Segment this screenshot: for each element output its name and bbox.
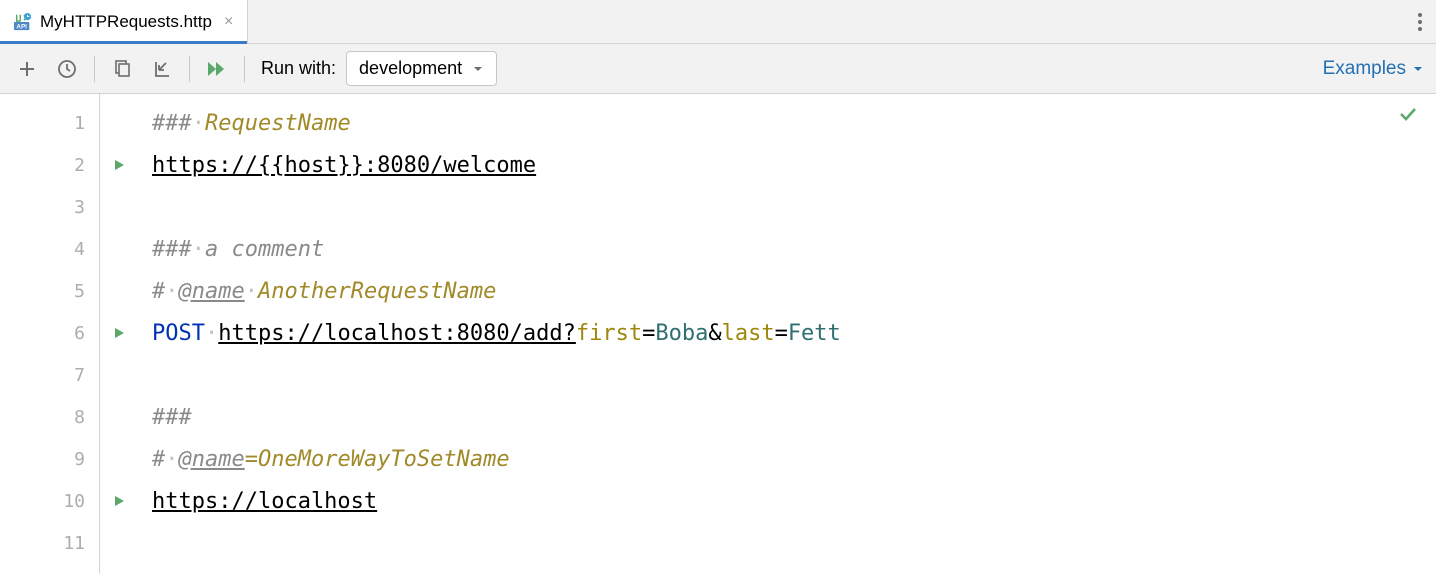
add-request-button[interactable] bbox=[12, 54, 42, 84]
line-number: 3 bbox=[74, 197, 85, 218]
active-tab-indicator bbox=[0, 41, 247, 44]
separator bbox=[94, 56, 95, 82]
line-number: 8 bbox=[74, 407, 85, 428]
code-line: https://localhost bbox=[152, 480, 1436, 522]
line-number: 4 bbox=[74, 239, 85, 260]
line-number: 1 bbox=[74, 113, 85, 134]
code-line bbox=[152, 354, 1436, 396]
code-line bbox=[152, 522, 1436, 564]
code-line bbox=[152, 186, 1436, 228]
examples-link[interactable]: Examples bbox=[1323, 58, 1424, 80]
more-options-button[interactable] bbox=[1404, 0, 1436, 43]
chevron-down-icon bbox=[1412, 63, 1424, 75]
file-tab[interactable]: API MyHTTPRequests.http × bbox=[0, 0, 248, 43]
code-line: ### bbox=[152, 396, 1436, 438]
svg-text:API: API bbox=[16, 23, 27, 30]
separator bbox=[189, 56, 190, 82]
examples-label: Examples bbox=[1323, 58, 1406, 80]
run-all-button[interactable] bbox=[202, 54, 232, 84]
line-number: 9 bbox=[74, 449, 85, 470]
line-number: 10 bbox=[63, 491, 85, 512]
code-line: # ·@name·AnotherRequestName bbox=[152, 270, 1436, 312]
editor-window: API MyHTTPRequests.http × Run wit bbox=[0, 0, 1436, 574]
line-number: 11 bbox=[63, 533, 85, 554]
api-file-icon: API bbox=[14, 13, 32, 31]
tab-title: MyHTTPRequests.http bbox=[40, 12, 212, 32]
line-number: 2 bbox=[74, 155, 85, 176]
chevron-down-icon bbox=[472, 63, 484, 75]
run-with-label: Run with: bbox=[261, 58, 336, 79]
code-line: https://{{host}}:8080/welcome bbox=[152, 144, 1436, 186]
copy-button[interactable] bbox=[107, 54, 137, 84]
inspection-status-icon[interactable] bbox=[1398, 104, 1418, 124]
close-icon[interactable]: × bbox=[224, 13, 233, 31]
code-line: ### ·a comment bbox=[152, 228, 1436, 270]
separator bbox=[244, 56, 245, 82]
code-line: POST·https://localhost:8080/add?first=Bo… bbox=[152, 312, 1436, 354]
code-editor[interactable]: 1 2 3 4 5 6 7 8 9 10 11 ### ·RequestName… bbox=[0, 94, 1436, 574]
environment-value: development bbox=[359, 58, 462, 79]
gutter: 1 2 3 4 5 6 7 8 9 10 11 bbox=[0, 94, 100, 574]
history-button[interactable] bbox=[52, 54, 82, 84]
tab-bar: API MyHTTPRequests.http × bbox=[0, 0, 1436, 44]
line-number: 6 bbox=[74, 323, 85, 344]
code-content[interactable]: ### ·RequestName https://{{host}}:8080/w… bbox=[100, 94, 1436, 574]
line-number: 7 bbox=[74, 365, 85, 386]
http-toolbar: Run with: development Examples bbox=[0, 44, 1436, 94]
import-button[interactable] bbox=[147, 54, 177, 84]
code-line: # ·@name=OneMoreWayToSetName bbox=[152, 438, 1436, 480]
code-line: ### ·RequestName bbox=[152, 102, 1436, 144]
environment-dropdown[interactable]: development bbox=[346, 51, 497, 86]
line-number: 5 bbox=[74, 281, 85, 302]
